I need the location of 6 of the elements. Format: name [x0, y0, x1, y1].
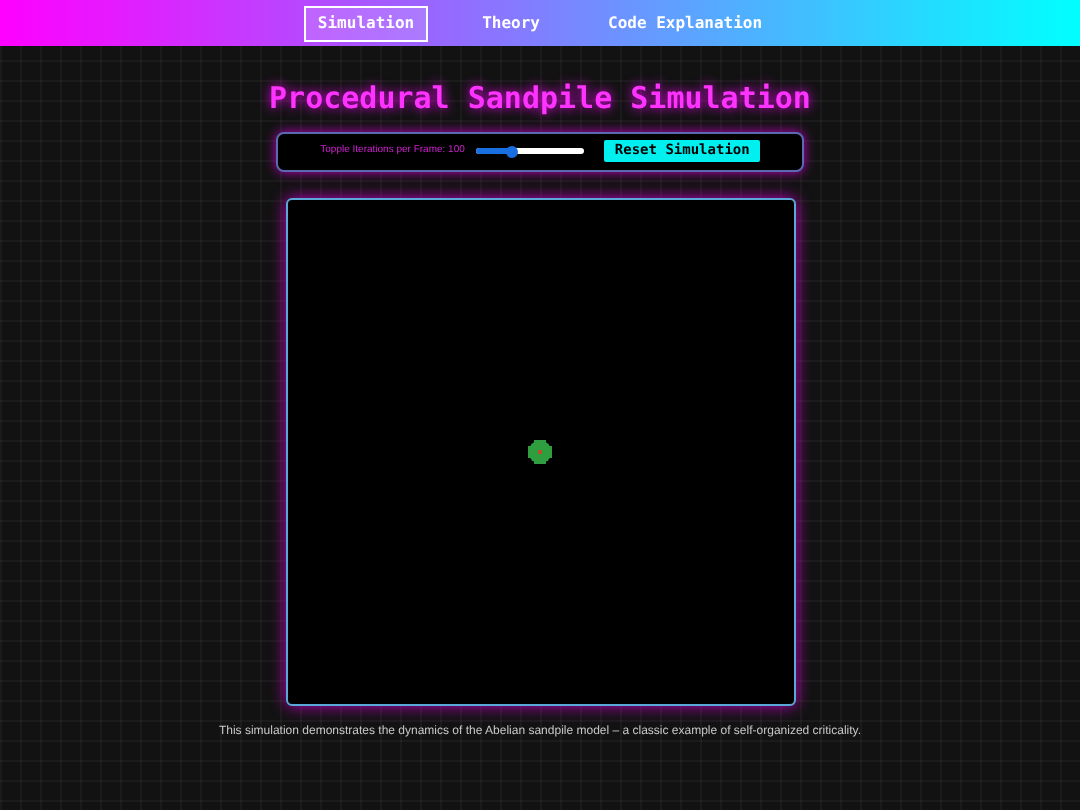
nav-tab[interactable]: Code Explanation: [594, 5, 777, 41]
nav-tab[interactable]: Simulation: [303, 5, 429, 41]
iterations-slider[interactable]: [476, 145, 585, 157]
page-title: Procedural Sandpile Simulation: [269, 78, 811, 120]
nav-tab[interactable]: Theory: [468, 5, 554, 41]
sandpile-drawing: [528, 439, 552, 463]
